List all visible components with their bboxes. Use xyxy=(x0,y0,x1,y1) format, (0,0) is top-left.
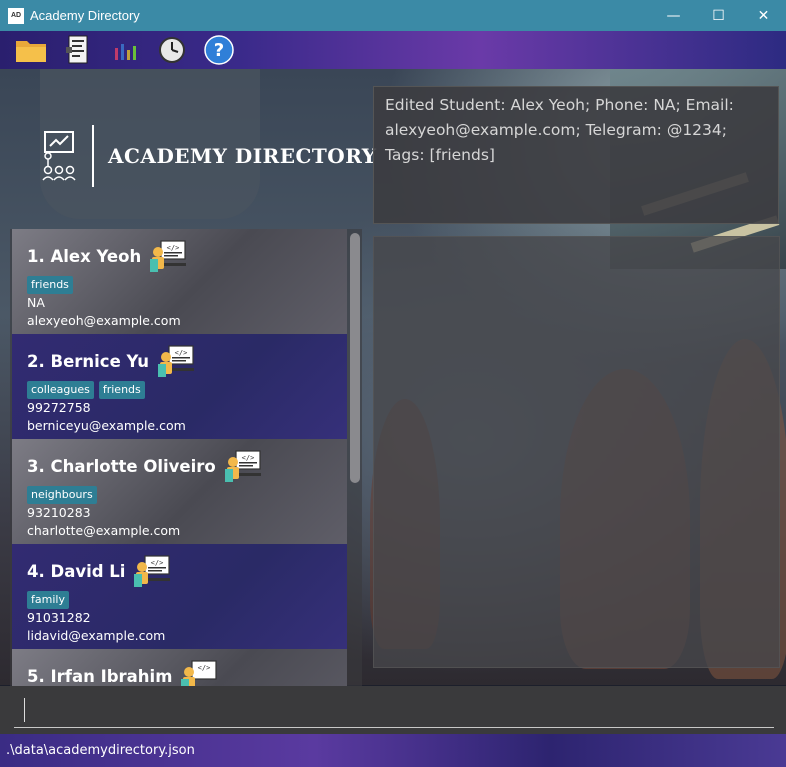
developer-icon: </> xyxy=(224,450,261,482)
developer-icon: </> xyxy=(150,240,187,272)
student-name: 1. Alex Yeoh xyxy=(27,246,142,266)
logo-divider xyxy=(92,125,94,187)
student-card[interactable]: 3. Charlotte Oliveiro </> neighbours 932… xyxy=(12,439,347,544)
folder-icon[interactable] xyxy=(14,33,48,67)
developer-icon: </> xyxy=(181,660,217,686)
detail-panel xyxy=(373,236,780,668)
student-name: 3. Charlotte Oliveiro xyxy=(27,456,216,476)
student-email: charlotte@example.com xyxy=(27,523,181,538)
result-text: Edited Student: Alex Yeoh; Phone: NA; Em… xyxy=(385,96,734,164)
tag-badge: friends xyxy=(27,276,73,294)
list-scrollbar[interactable] xyxy=(350,233,360,483)
developer-icon: </> xyxy=(158,345,195,377)
student-phone: 93210283 xyxy=(27,505,91,520)
student-card[interactable]: 2. Bernice Yu </> colleagues friends 992… xyxy=(12,334,347,439)
minimize-button[interactable]: — xyxy=(651,0,696,31)
student-phone: 91031282 xyxy=(27,610,91,625)
close-button[interactable]: ✕ xyxy=(741,0,786,31)
tag-badge: colleagues xyxy=(27,381,94,399)
svg-text:</>: </> xyxy=(167,244,180,252)
save-location: .\data\academydirectory.json xyxy=(6,743,195,758)
student-card[interactable]: 4. David Li </> family 91031282 lidavid@… xyxy=(12,544,347,649)
text-caret xyxy=(24,698,25,722)
logo-text: ACADEMY DIRECTORY xyxy=(108,144,377,168)
result-display: Edited Student: Alex Yeoh; Phone: NA; Em… xyxy=(373,86,779,224)
svg-text:</>: </> xyxy=(151,559,164,567)
window-controls: — ☐ ✕ xyxy=(651,0,786,31)
clock-icon[interactable] xyxy=(155,33,189,67)
title-bar: AD Academy Directory — ☐ ✕ xyxy=(0,0,786,31)
student-email: lidavid@example.com xyxy=(27,628,166,643)
student-card[interactable]: 1. Alex Yeoh </> friends NA alexyeoh@exa… xyxy=(12,229,347,334)
student-email: alexyeoh@example.com xyxy=(27,313,181,328)
help-icon[interactable]: ? xyxy=(202,33,236,67)
tag-badge: neighbours xyxy=(27,486,97,504)
svg-text:</>: </> xyxy=(198,664,211,672)
status-bar: .\data\academydirectory.json xyxy=(0,734,786,767)
document-icon[interactable] xyxy=(61,33,95,67)
student-name: 2. Bernice Yu xyxy=(27,351,150,371)
app-icon: AD xyxy=(8,7,24,24)
svg-text:</>: </> xyxy=(175,349,188,357)
student-email: berniceyu@example.com xyxy=(27,418,186,433)
command-area xyxy=(0,686,786,734)
developer-icon: </> xyxy=(134,555,171,587)
student-name: 5. Irfan Ibrahim xyxy=(27,666,173,686)
tag-badge: friends xyxy=(98,381,145,399)
student-phone: NA xyxy=(27,295,45,310)
svg-text:?: ? xyxy=(214,40,224,61)
maximize-button[interactable]: ☐ xyxy=(696,0,741,31)
command-input[interactable] xyxy=(14,694,774,728)
window-title: Academy Directory xyxy=(30,8,140,23)
student-card[interactable]: 5. Irfan Ibrahim </> xyxy=(12,649,347,686)
toolbar: ? xyxy=(0,31,786,69)
app-logo: ACADEMY DIRECTORY xyxy=(40,125,377,187)
chart-icon[interactable] xyxy=(108,33,142,67)
tag-badge: family xyxy=(27,591,69,609)
student-phone: 99272758 xyxy=(27,400,91,415)
student-list[interactable]: 1. Alex Yeoh </> friends NA alexyeoh@exa… xyxy=(10,229,362,686)
classroom-icon xyxy=(42,131,76,181)
svg-text:</>: </> xyxy=(241,454,254,462)
student-name: 4. David Li xyxy=(27,561,126,581)
